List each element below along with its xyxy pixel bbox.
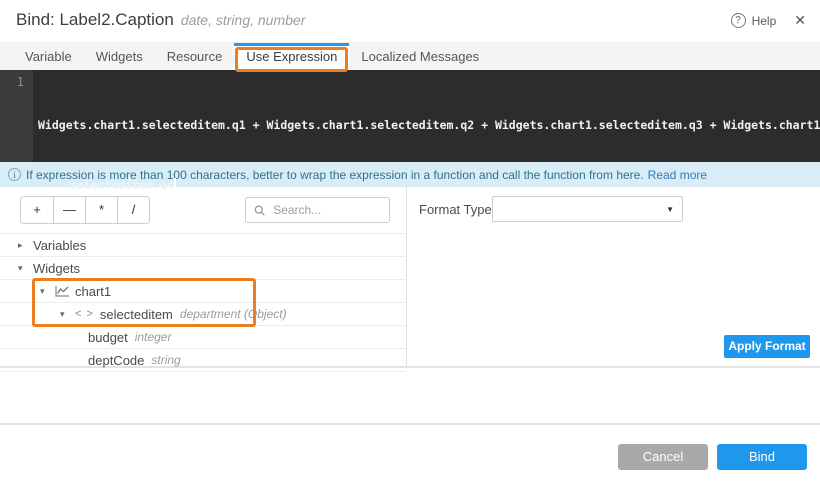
dropdown-arrow-icon: ▼ [666, 205, 674, 214]
tab-use-expression[interactable]: Use Expression [234, 43, 349, 70]
close-icon[interactable]: ✕ [794, 12, 806, 29]
tab-bar: Variable Widgets Resource Use Expression… [0, 42, 820, 70]
tree-label: chart1 [75, 284, 111, 299]
chevron-down-icon[interactable]: ▾ [40, 286, 55, 297]
active-tab-indicator [234, 43, 349, 46]
object-brackets-icon: < > [75, 308, 94, 320]
tab-widgets[interactable]: Widgets [84, 43, 155, 70]
tree-label: Variables [33, 238, 86, 253]
tab-variable[interactable]: Variable [13, 43, 84, 70]
cancel-button[interactable]: Cancel [618, 444, 708, 470]
expression-code-editor[interactable]: 1 Widgets.chart1.selecteditem.q1 + Widge… [0, 70, 820, 162]
operator-toolbar: + — * / [0, 187, 406, 233]
tree-row-deptcode[interactable]: deptCode string [0, 349, 406, 372]
code-line-1: Widgets.chart1.selecteditem.q1 + Widgets… [38, 115, 820, 135]
tree-node-type: department (Object) [180, 307, 287, 321]
spacer [0, 368, 820, 423]
help-label[interactable]: Help [752, 14, 777, 28]
expression-tree-panel: + — * / ▸ Variables ▾ Widgets [0, 187, 406, 366]
tree-label: budget [88, 330, 128, 345]
apply-format-button[interactable]: Apply Format [724, 335, 810, 358]
tree-row-variables[interactable]: ▸ Variables [0, 234, 406, 257]
main-panels: + — * / ▸ Variables ▾ Widgets [0, 187, 820, 368]
format-panel: Format Type ▼ Apply Format [406, 187, 820, 366]
tree-row-budget[interactable]: budget integer [0, 326, 406, 349]
minus-operator-button[interactable]: — [53, 197, 85, 223]
line-number: 1 [17, 75, 24, 89]
tab-use-expression-label: Use Expression [246, 49, 337, 64]
dialog-title-text: Bind: Label2.Caption [16, 10, 174, 29]
tree-row-widgets[interactable]: ▾ Widgets [0, 257, 406, 280]
chevron-right-icon[interactable]: ▸ [18, 240, 33, 251]
tree-label: selecteditem [100, 307, 173, 322]
tree-node-type: integer [135, 330, 172, 344]
info-icon: i [8, 168, 21, 181]
editor-gutter: 1 [0, 70, 33, 162]
bind-dialog: Bind: Label2.Caption date, string, number… [0, 0, 820, 487]
search-box[interactable] [245, 197, 390, 223]
plus-operator-button[interactable]: + [21, 197, 53, 223]
bind-button[interactable]: Bind [717, 444, 807, 470]
binding-tree: ▸ Variables ▾ Widgets ▾ chart1 ▾ < > [0, 233, 406, 366]
operator-button-group: + — * / [20, 196, 150, 224]
divide-operator-button[interactable]: / [117, 197, 149, 223]
help-icon[interactable]: ? [731, 13, 746, 28]
chevron-down-icon[interactable]: ▾ [60, 309, 75, 320]
dialog-subtitle: date, string, number [181, 12, 306, 28]
dialog-footer: Cancel Bind [0, 423, 820, 485]
tree-row-selecteditem[interactable]: ▾ < > selecteditem department (Object) [0, 303, 406, 326]
chevron-down-icon[interactable]: ▾ [18, 263, 33, 274]
search-icon [254, 204, 265, 217]
search-input[interactable] [271, 202, 381, 218]
header-actions: ? Help ✕ [731, 12, 806, 29]
chart-icon [55, 285, 70, 297]
page-title: Bind: Label2.Caption date, string, number [16, 10, 305, 30]
tree-node-type: string [151, 353, 180, 367]
format-type-label: Format Type [419, 202, 492, 217]
tab-localized-messages[interactable]: Localized Messages [349, 43, 491, 70]
tab-resource[interactable]: Resource [155, 43, 235, 70]
format-type-select[interactable]: ▼ [492, 196, 683, 222]
tree-label: Widgets [33, 261, 80, 276]
dialog-header: Bind: Label2.Caption date, string, number… [0, 0, 820, 42]
tree-row-chart1[interactable]: ▾ chart1 [0, 280, 406, 303]
tree-label: deptCode [88, 353, 144, 368]
multiply-operator-button[interactable]: * [85, 197, 117, 223]
